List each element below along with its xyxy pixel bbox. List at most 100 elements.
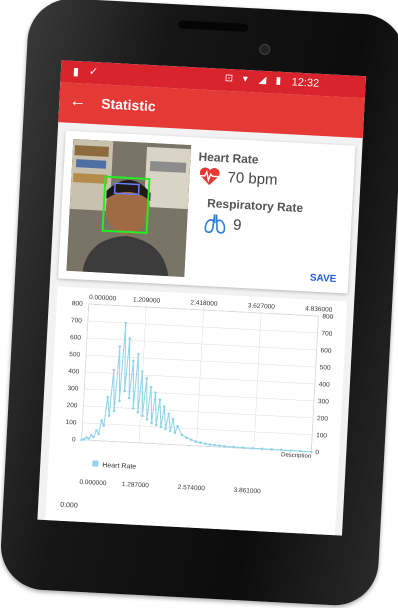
front-camera (259, 43, 271, 56)
data-point (154, 423, 158, 427)
x-tick-label: 2.418000 (190, 299, 218, 307)
data-point (171, 417, 175, 421)
data-point (158, 398, 162, 401)
y-tick-label-right: 700 (321, 330, 333, 338)
status-time: 12:32 (291, 76, 320, 90)
data-point (136, 410, 140, 414)
chart-description: Description (281, 452, 311, 460)
battery-icon: ▮ (275, 75, 282, 87)
data-point (279, 448, 283, 452)
data-point (106, 395, 109, 399)
x-tick-label: 3.627000 (248, 302, 276, 310)
x-tick-label: 0.000000 (89, 294, 117, 302)
arrow-left-icon[interactable]: ← (69, 91, 87, 112)
data-point (159, 425, 163, 429)
y-tick-label-right: 0 (315, 449, 319, 456)
data-point (150, 421, 153, 425)
data-point (128, 337, 132, 340)
data-point (208, 443, 212, 446)
data-point (167, 412, 171, 416)
data-point (213, 443, 216, 447)
data-point (154, 391, 157, 394)
data-point (298, 449, 302, 453)
y-tick-label-left: 600 (70, 334, 82, 342)
save-button[interactable]: SAVE (310, 273, 337, 285)
camera-preview (66, 138, 192, 277)
notification-icon: ▮ (72, 65, 80, 79)
y-tick-label-left: 800 (72, 300, 84, 308)
speaker-grille (178, 20, 249, 32)
data-point (218, 444, 221, 447)
data-point (102, 424, 106, 427)
second-y-tick: 0.000 (60, 502, 78, 510)
check-icon: ✓ (88, 65, 99, 79)
y-tick-label-left: 0 (72, 436, 76, 443)
data-point (149, 385, 153, 389)
heart-rate-value: 70 bpm (227, 169, 278, 189)
wifi-icon: ▾ (242, 73, 249, 86)
data-point (112, 409, 116, 413)
y-tick-label-left: 400 (68, 368, 80, 376)
y-tick-label-left: 700 (71, 317, 83, 325)
second-x-tick-label: 1.287000 (122, 481, 150, 489)
y-tick-label-right: 800 (322, 313, 334, 321)
data-point (168, 429, 172, 433)
triangle-back-icon[interactable]: ◁ (98, 533, 113, 536)
data-point (127, 396, 131, 400)
legend-heart-rate: Heart Rate (102, 462, 136, 471)
data-point (260, 447, 264, 451)
heart-pulse-icon (197, 166, 222, 192)
data-point (100, 419, 103, 422)
data-point (251, 446, 254, 450)
data-point (80, 438, 83, 442)
y-tick-label-right: 400 (319, 381, 331, 389)
y-tick-label-left: 300 (67, 385, 79, 393)
y-tick-label-right: 200 (317, 415, 329, 423)
x-tick-label: 1.209000 (133, 296, 161, 304)
second-x-tick-label: 0.000000 (79, 479, 107, 487)
screen: ▮ ✓ ⊡ ▾ ◢ ▮ 12:32 ← Statistic Heart Rate… (37, 60, 367, 536)
data-point (173, 431, 177, 435)
data-point (164, 427, 167, 431)
second-x-tick-label: 3.861000 (233, 487, 261, 495)
vibrate-icon: ⊡ (224, 72, 234, 85)
second-x-tick-label: 2.574000 (178, 484, 206, 492)
data-point (118, 399, 121, 403)
y-tick-label-left: 500 (69, 351, 81, 359)
data-point (123, 389, 126, 393)
signal-icon: ◢ (258, 74, 267, 87)
heart-rate-label: Heart Rate (198, 149, 259, 167)
data-point (141, 414, 144, 418)
data-point (107, 414, 111, 418)
data-point (270, 448, 273, 451)
data-point (289, 449, 292, 452)
measurement-card: Heart Rate 70 bpm Respiratory Rate 9 SAV… (58, 130, 356, 294)
legend-swatch (92, 460, 99, 467)
data-point (137, 352, 140, 356)
data-point (141, 370, 144, 373)
data-point (145, 377, 149, 380)
data-point (118, 345, 122, 348)
respiratory-rate-value: 9 (232, 216, 242, 234)
data-point (132, 359, 135, 363)
data-point (203, 442, 207, 446)
data-point (124, 321, 128, 325)
y-tick-label-left: 200 (66, 402, 78, 410)
y-tick-label-right: 600 (320, 347, 332, 355)
y-tick-label-left: 100 (65, 419, 77, 427)
data-point (163, 405, 166, 409)
page-title: Statistic (100, 95, 157, 115)
x-tick-label: 4.836000 (305, 305, 333, 313)
heart-rate-chart: 0.000000 1.209000 2.418000 3.627000 4.836000… (47, 286, 348, 488)
chart-svg: 0.000000 1.209000 2.418000 3.627000 4.836000… (65, 294, 334, 471)
y-tick-label-right: 300 (318, 398, 330, 406)
lungs-icon (202, 212, 227, 240)
face-photo (66, 138, 192, 277)
y-tick-label-right: 100 (316, 432, 328, 440)
data-point (199, 441, 202, 444)
y-tick-label-right: 500 (320, 364, 332, 372)
phone-frame: ▮ ✓ ⊡ ▾ ◢ ▮ 12:32 ← Statistic Heart Rate… (0, 0, 398, 608)
data-point (145, 418, 149, 421)
data-point (112, 368, 116, 372)
data-point (131, 407, 135, 410)
